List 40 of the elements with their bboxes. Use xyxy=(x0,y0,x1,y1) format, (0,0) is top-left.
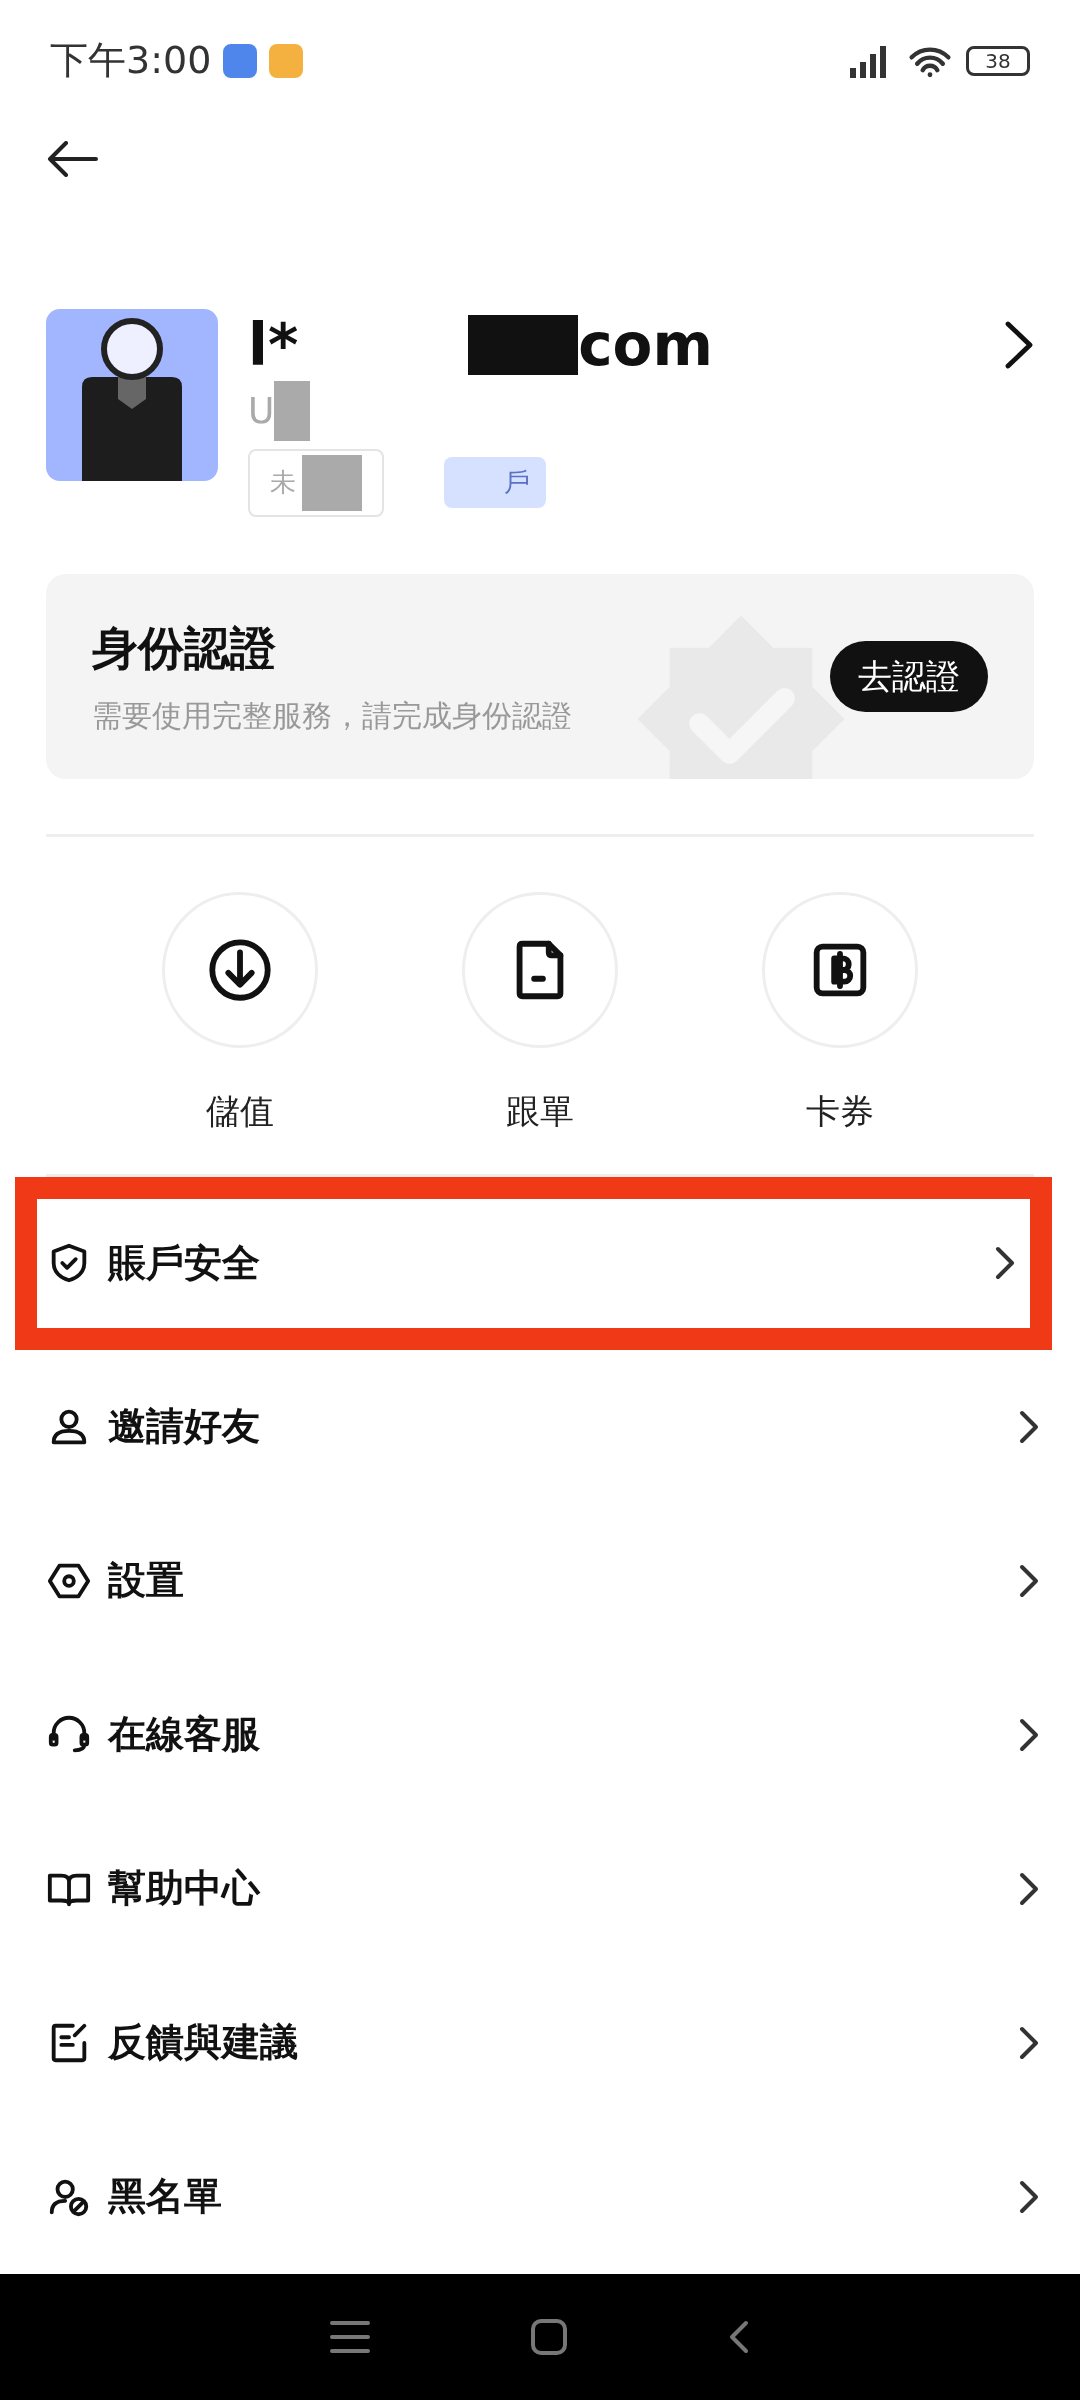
shortcut-button[interactable] xyxy=(162,892,318,1049)
shortcut-label: 卡券 xyxy=(806,1090,874,1134)
app-icon xyxy=(269,43,304,78)
app-icon xyxy=(223,43,258,78)
chevron-right-icon xyxy=(1018,2024,1040,2061)
menu-item[interactable]: 反饋與建議 xyxy=(0,1965,1080,2120)
menu-item[interactable]: 幫助中心 xyxy=(0,1811,1080,1966)
menu-item[interactable]: 黑名單 xyxy=(0,2119,1080,2274)
email-text: com xyxy=(578,309,713,381)
redaction-block xyxy=(274,380,311,441)
battery-indicator: 38 xyxy=(966,45,1030,76)
chevron-right-icon[interactable] xyxy=(1004,319,1034,370)
chevron-right-icon xyxy=(1018,2178,1040,2215)
menu-item[interactable]: 邀請好友 xyxy=(0,1349,1080,1504)
chevron-right-icon xyxy=(1018,1562,1040,1599)
chevron-right-icon xyxy=(1018,1870,1040,1907)
shortcut-label: 儲值 xyxy=(206,1090,274,1134)
chevron-right-icon xyxy=(1018,1408,1040,1445)
avatar-icon xyxy=(46,308,218,481)
status-time: 下午3:00 xyxy=(50,37,212,85)
card-subtitle: 需要使用完整服務，請完成身份認證 xyxy=(92,697,573,736)
back-icon[interactable] xyxy=(727,2318,750,2355)
shortcut-button[interactable] xyxy=(462,892,618,1049)
account-tag: 戶 xyxy=(444,457,546,509)
menu-item[interactable]: 設置 xyxy=(0,1503,1080,1658)
email-text: l* xyxy=(248,309,299,381)
shortcut-label: 跟單 xyxy=(506,1090,574,1134)
chevron-right-icon xyxy=(1018,1716,1040,1753)
redaction-block xyxy=(302,454,362,511)
menu-item[interactable]: 在線客服 xyxy=(0,1657,1080,1812)
menu-icon[interactable] xyxy=(330,2318,371,2355)
menu-item[interactable]: 賬戶安全 xyxy=(15,1176,1052,1350)
home-icon[interactable] xyxy=(531,2318,567,2355)
tag-text: 未 xyxy=(270,466,296,500)
card-title: 身份認證 xyxy=(92,620,277,678)
chevron-right-icon xyxy=(994,1245,1016,1282)
shortcut-button[interactable] xyxy=(762,892,918,1049)
user-id-text: U xyxy=(248,388,275,433)
verify-button[interactable]: 去認證 xyxy=(830,640,988,712)
back-arrow-icon[interactable] xyxy=(46,140,98,177)
